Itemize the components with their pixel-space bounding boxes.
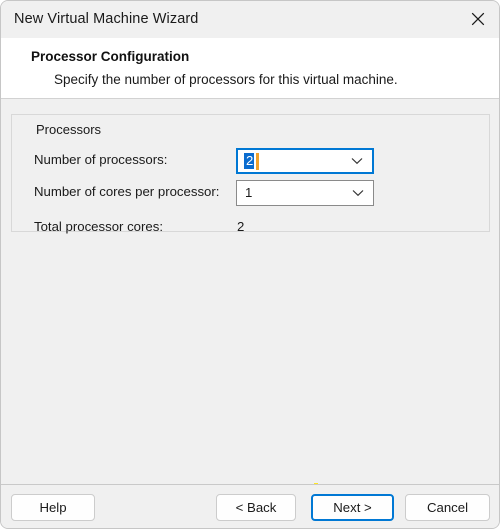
row-number-of-processors: Number of processors: 2 <box>12 148 489 174</box>
title-bar: New Virtual Machine Wizard <box>1 1 500 38</box>
next-button[interactable]: Next > <box>311 494 394 521</box>
wizard-window: New Virtual Machine Wizard Processor Con… <box>0 0 500 529</box>
total-processor-cores-value: 2 <box>237 219 244 234</box>
back-button[interactable]: < Back <box>216 494 296 521</box>
wizard-header: Processor Configuration Specify the numb… <box>1 38 500 99</box>
label-cores-per-processor: Number of cores per processor: <box>34 184 219 199</box>
window-title: New Virtual Machine Wizard <box>14 11 198 27</box>
wizard-body: Processors Number of processors: 2 Numbe… <box>1 99 500 484</box>
button-bar: Help < Back Next > Cancel <box>1 484 500 529</box>
help-button[interactable]: Help <box>11 494 95 521</box>
text-caret <box>256 153 259 170</box>
close-button[interactable] <box>455 1 500 37</box>
cores-per-processor-combobox[interactable]: 1 <box>236 180 374 206</box>
number-of-processors-value: 2 <box>244 153 254 169</box>
label-number-of-processors: Number of processors: <box>34 152 167 167</box>
number-of-processors-combobox[interactable]: 2 <box>236 148 374 174</box>
cores-per-processor-value: 1 <box>245 185 252 200</box>
label-total-processor-cores: Total processor cores: <box>34 219 163 234</box>
chevron-down-icon <box>351 152 363 170</box>
cancel-button[interactable]: Cancel <box>405 494 490 521</box>
row-total-processor-cores: Total processor cores: 2 <box>12 215 489 241</box>
processors-group-label: Processors <box>32 122 105 137</box>
page-subtitle: Specify the number of processors for thi… <box>54 72 398 87</box>
chevron-down-icon <box>352 184 364 202</box>
processors-groupbox: Processors Number of processors: 2 Numbe… <box>11 114 490 232</box>
page-title: Processor Configuration <box>31 49 189 64</box>
row-cores-per-processor: Number of cores per processor: 1 <box>12 180 489 206</box>
close-icon <box>471 12 485 26</box>
